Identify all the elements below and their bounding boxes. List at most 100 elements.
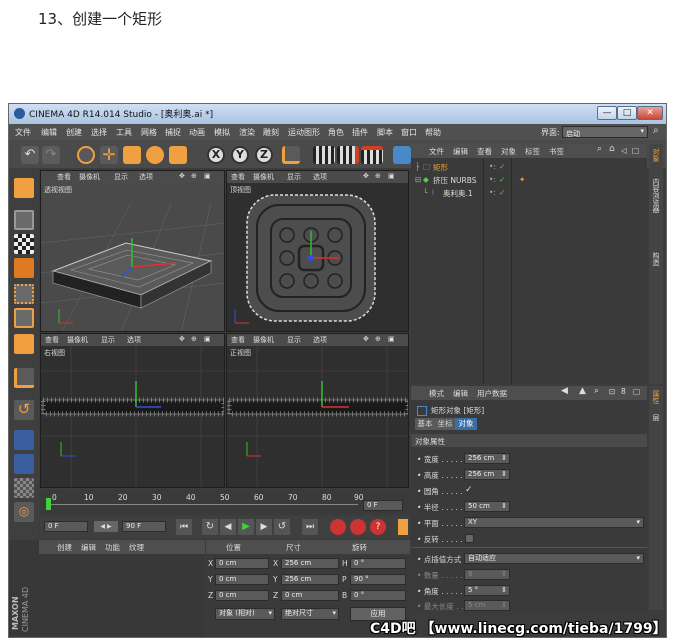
- view-menu-camera[interactable]: 摄像机: [253, 172, 274, 182]
- axis-x-button[interactable]: X: [207, 146, 225, 164]
- tag-icon[interactable]: ✦: [519, 175, 525, 184]
- obj-menu-tags[interactable]: 标签: [525, 146, 540, 157]
- menu-edit[interactable]: 编辑: [41, 127, 57, 138]
- polygons-mode-icon[interactable]: [14, 334, 34, 354]
- tab-basic[interactable]: 基本: [415, 418, 435, 430]
- top-viewport[interactable]: 查看 摄像机 显示 选项 ✥ ⊕ ▣ 顶视图: [226, 170, 409, 332]
- view-menu-display[interactable]: 显示: [287, 335, 301, 345]
- perspective-viewport[interactable]: 查看 摄像机 显示 选项 ✥ ⊕ ▣ 透视视图: [40, 170, 225, 332]
- zoom-view-icon[interactable]: ⊕: [191, 172, 197, 180]
- points-mode-icon[interactable]: [14, 284, 34, 304]
- minimize-button[interactable]: —: [597, 106, 617, 120]
- attr-menu-mode[interactable]: 模式: [429, 388, 444, 399]
- planar-workplane-icon[interactable]: [14, 478, 34, 498]
- layout-select[interactable]: 启动 ▾: [562, 126, 648, 138]
- auto-key-icon[interactable]: [350, 519, 366, 535]
- rotation-b-input[interactable]: 0 °: [350, 590, 406, 601]
- position-y-input[interactable]: 0 cm: [215, 574, 269, 585]
- undo-icon[interactable]: ↶: [21, 146, 39, 164]
- move-view-icon[interactable]: ✥: [179, 172, 185, 180]
- view-menu-view[interactable]: 查看: [231, 172, 245, 182]
- go-to-end-icon[interactable]: ⏭: [302, 519, 318, 535]
- timeline[interactable]: 0 10 20 30 40 50 60 70 80 90 0 F: [40, 490, 410, 514]
- menu-character[interactable]: 角色: [328, 127, 344, 138]
- render-view-icon[interactable]: [313, 146, 335, 164]
- obj-menu-view[interactable]: 查看: [477, 146, 492, 157]
- coordinate-system-icon[interactable]: [282, 146, 300, 164]
- maximize-button[interactable]: □: [617, 106, 637, 120]
- move-view-icon[interactable]: ✥: [363, 335, 369, 343]
- view-menu-options[interactable]: 选项: [313, 172, 327, 182]
- height-input[interactable]: 256 cm ⇕: [464, 469, 510, 480]
- go-to-start-icon[interactable]: ⏮: [176, 519, 192, 535]
- view-menu-view[interactable]: 查看: [231, 335, 245, 345]
- layout-icon[interactable]: □: [633, 387, 640, 396]
- enabled-check-icon[interactable]: ✓: [499, 175, 505, 184]
- range-stepper[interactable]: ◀ ▶: [94, 521, 118, 532]
- layout-icon[interactable]: □: [632, 146, 639, 155]
- edges-mode-icon[interactable]: [14, 308, 34, 328]
- view-menu-display[interactable]: 显示: [287, 172, 301, 182]
- lock-icon[interactable]: ⊡: [609, 387, 615, 396]
- mat-menu-texture[interactable]: 纹理: [129, 542, 144, 553]
- expand-toggle-icon[interactable]: ⊟: [415, 175, 421, 184]
- side-tab-layers[interactable]: 层: [651, 414, 661, 421]
- mat-menu-edit[interactable]: 编辑: [81, 542, 96, 553]
- search-icon[interactable]: ⌕: [653, 125, 659, 136]
- menu-file[interactable]: 文件: [15, 127, 31, 138]
- view-menu-camera[interactable]: 摄像机: [67, 335, 88, 345]
- menu-sculpt[interactable]: 雕刻: [263, 127, 279, 138]
- close-button[interactable]: ✕: [637, 106, 663, 120]
- zoom-view-icon[interactable]: ⊕: [191, 335, 197, 343]
- menu-mograph[interactable]: 运动图形: [288, 127, 320, 138]
- menu-tools[interactable]: 工具: [116, 127, 132, 138]
- move-icon[interactable]: ✛: [100, 146, 118, 164]
- view-menu-camera[interactable]: 摄像机: [253, 335, 274, 345]
- maximize-view-icon[interactable]: ▣: [204, 172, 211, 180]
- axis-mode-icon[interactable]: [14, 368, 34, 388]
- zoom-view-icon[interactable]: ⊕: [375, 335, 381, 343]
- obj-menu-edit[interactable]: 编辑: [453, 146, 468, 157]
- side-tab-content-browser[interactable]: 内容浏览器: [651, 178, 661, 213]
- count-input[interactable]: 8 ⇕: [464, 569, 510, 580]
- model-mode-icon[interactable]: [14, 178, 34, 198]
- side-tab-structure[interactable]: 构造: [651, 252, 661, 266]
- attr-menu-userdata[interactable]: 用户数据: [477, 388, 507, 399]
- position-z-input[interactable]: 0 cm: [215, 590, 269, 601]
- menu-plugins[interactable]: 插件: [352, 127, 368, 138]
- current-frame-field[interactable]: 0 F: [363, 500, 403, 511]
- list-item[interactable]: ⊟ ◆ 挤压 NURBS •: ✓ ✦: [415, 175, 645, 187]
- view-menu-camera[interactable]: 摄像机: [79, 172, 100, 182]
- up-arrow-icon[interactable]: ▲: [579, 386, 586, 396]
- live-select-icon[interactable]: [77, 146, 95, 164]
- cube-primitive-icon[interactable]: [393, 146, 411, 164]
- rotation-h-input[interactable]: 0 °: [350, 558, 406, 569]
- back-icon[interactable]: ◁: [621, 146, 627, 155]
- object-mode-icon[interactable]: [14, 210, 34, 230]
- maximize-view-icon[interactable]: ▣: [388, 172, 395, 180]
- keyframe-help-icon[interactable]: ?: [370, 519, 386, 535]
- menu-mesh[interactable]: 网格: [141, 127, 157, 138]
- zoom-view-icon[interactable]: ⊕: [375, 172, 381, 180]
- menu-window[interactable]: 窗口: [401, 127, 417, 138]
- position-x-input[interactable]: 0 cm: [215, 558, 269, 569]
- size-mode-select[interactable]: 绝对尺寸 ▾: [281, 608, 339, 620]
- side-tab-attributes[interactable]: 属性: [651, 390, 661, 404]
- tab-object[interactable]: 对象: [455, 418, 477, 430]
- loop-forward-icon[interactable]: ↺: [274, 519, 290, 535]
- move-view-icon[interactable]: ✥: [363, 172, 369, 180]
- mat-menu-create[interactable]: 创建: [57, 542, 72, 553]
- axis-y-button[interactable]: Y: [231, 146, 249, 164]
- loop-icon[interactable]: ↻: [202, 519, 218, 535]
- rotation-p-input[interactable]: 90 °: [350, 574, 406, 585]
- texture-mode-icon[interactable]: [14, 234, 34, 254]
- size-x-input[interactable]: 256 cm: [281, 558, 339, 569]
- maxlength-input[interactable]: 5 cm ⇕: [464, 600, 510, 611]
- rotate-icon[interactable]: [146, 146, 164, 164]
- snap-icon[interactable]: [14, 430, 34, 450]
- key-mode-icon[interactable]: [398, 519, 408, 535]
- enabled-check-icon[interactable]: ✓: [499, 188, 505, 197]
- search-icon[interactable]: ⌕: [594, 386, 599, 396]
- obj-menu-file[interactable]: 文件: [429, 146, 444, 157]
- coordinate-mode-select[interactable]: 对象 (相对) ▾: [215, 608, 275, 620]
